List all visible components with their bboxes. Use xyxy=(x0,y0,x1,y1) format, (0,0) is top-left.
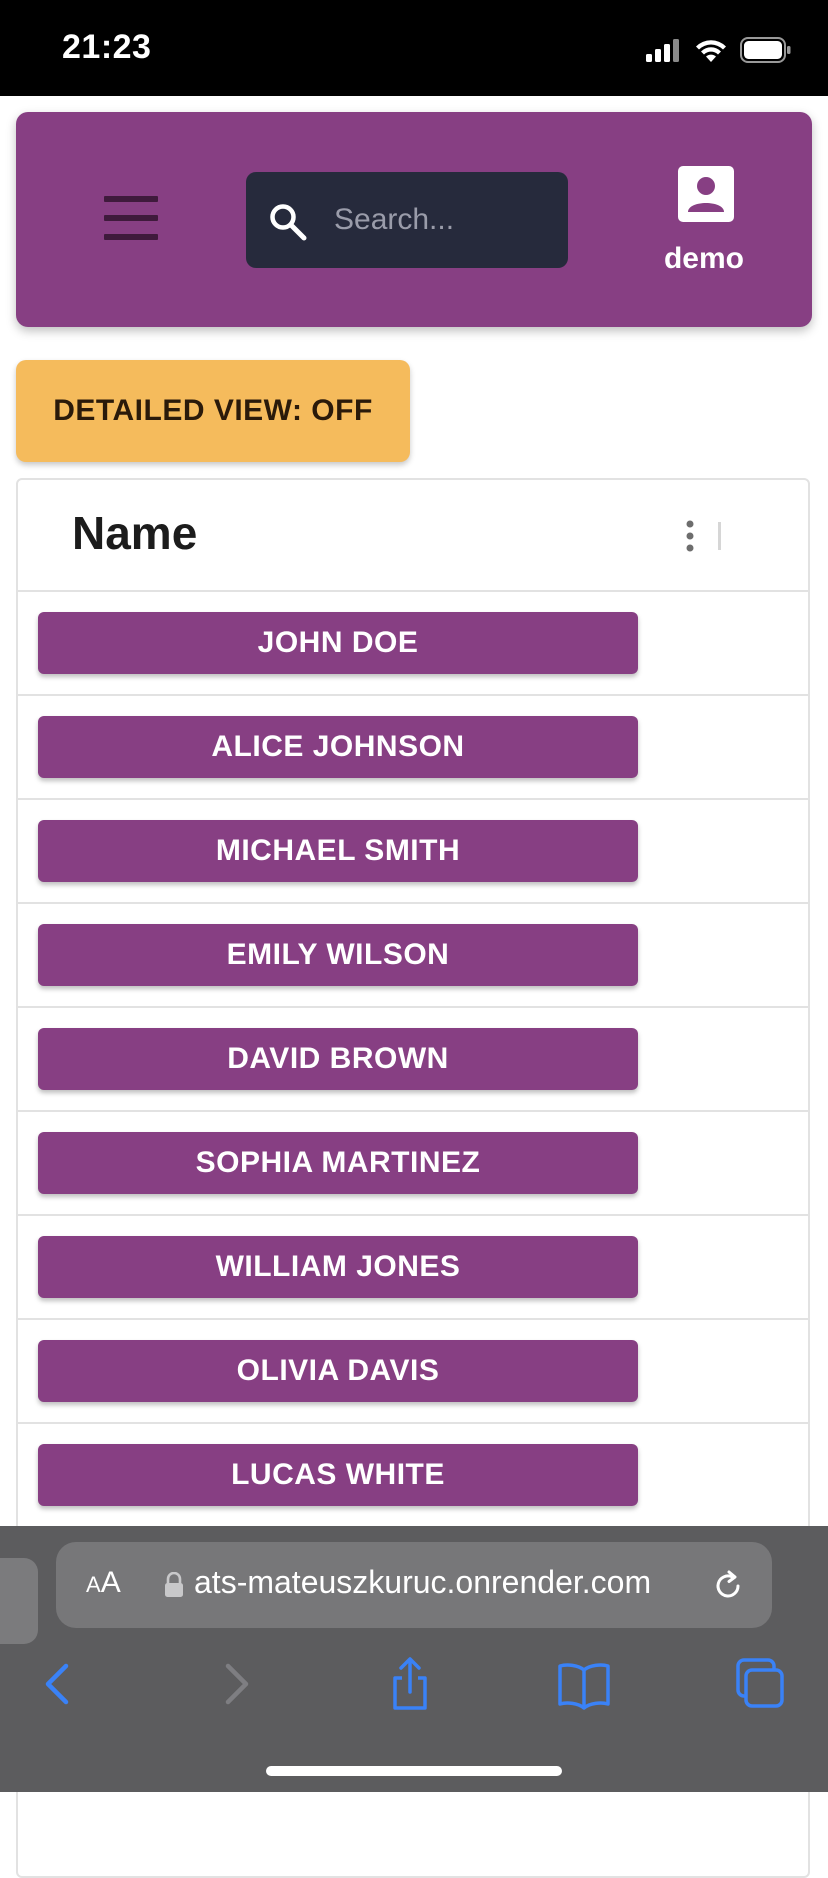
table-row: ALICE JOHNSON xyxy=(18,696,808,800)
candidate-name-button[interactable]: EMILY WILSON xyxy=(38,924,638,986)
detailed-view-toggle-button[interactable]: DETAILED VIEW: OFF xyxy=(16,360,410,462)
candidate-name-button[interactable]: OLIVIA DAVIS xyxy=(38,1340,638,1402)
text-size-label-big: A xyxy=(100,1566,121,1599)
candidate-name-button[interactable]: SOPHIA MARTINEZ xyxy=(38,1132,638,1194)
candidate-name-button[interactable]: WILLIAM JONES xyxy=(38,1236,638,1298)
browser-toolbar: AA ats-mateuszkuruc.onrender.com xyxy=(0,1526,828,1792)
grid-header: Name xyxy=(18,480,808,592)
search-icon xyxy=(270,204,307,241)
table-row: JOHN DOE xyxy=(18,592,808,696)
bookmarks-icon[interactable] xyxy=(554,1654,614,1714)
table-row: LUCAS WHITE xyxy=(18,1424,808,1528)
username-label: demo xyxy=(663,242,744,275)
reload-icon[interactable] xyxy=(710,1568,746,1604)
back-icon[interactable] xyxy=(28,1654,88,1714)
address-bar[interactable]: AA ats-mateuszkuruc.onrender.com xyxy=(56,1542,772,1628)
table-row: SOPHIA MARTINEZ xyxy=(18,1112,808,1216)
battery-icon xyxy=(740,37,791,63)
candidate-name-button[interactable]: MICHAEL SMITH xyxy=(38,820,638,882)
home-indicator[interactable] xyxy=(266,1766,562,1776)
table-row: WILLIAM JONES xyxy=(18,1216,808,1320)
user-menu-button[interactable]: demo xyxy=(628,166,780,276)
account-box-icon xyxy=(678,166,734,222)
status-icons xyxy=(646,36,792,64)
previous-tab-peek[interactable] xyxy=(0,1558,38,1644)
column-resize-handle[interactable] xyxy=(718,522,721,550)
menu-line xyxy=(104,215,158,221)
status-bar: 21:23 xyxy=(0,0,828,96)
text-size-button[interactable]: AA xyxy=(86,1566,130,1606)
table-row: OLIVIA DAVIS xyxy=(18,1320,808,1424)
table-row: DAVID BROWN xyxy=(18,1008,808,1112)
candidate-name-button[interactable]: ALICE JOHNSON xyxy=(38,716,638,778)
forward-icon[interactable] xyxy=(206,1654,266,1714)
column-header-name[interactable]: Name xyxy=(72,506,197,560)
candidate-name-button[interactable]: JOHN DOE xyxy=(38,612,638,674)
candidate-name-button[interactable]: LUCAS WHITE xyxy=(38,1444,638,1506)
tabs-icon[interactable] xyxy=(730,1654,790,1714)
app-bar: demo xyxy=(16,112,812,327)
text-size-label-small: A xyxy=(86,1572,101,1597)
lock-icon xyxy=(165,1572,183,1597)
table-row: MICHAEL SMITH xyxy=(18,800,808,904)
cellular-signal-icon xyxy=(646,39,679,62)
url-text[interactable]: ats-mateuszkuruc.onrender.com xyxy=(194,1564,694,1604)
table-row: EMILY WILSON xyxy=(18,904,808,1008)
search-box[interactable] xyxy=(246,172,568,268)
share-icon[interactable] xyxy=(380,1654,440,1714)
candidate-name-button[interactable]: DAVID BROWN xyxy=(38,1028,638,1090)
vertical-ellipsis-icon[interactable] xyxy=(682,518,698,554)
status-time: 21:23 xyxy=(62,28,152,66)
hamburger-menu-icon[interactable] xyxy=(100,190,162,246)
menu-line xyxy=(104,234,158,240)
wifi-icon xyxy=(696,40,726,62)
menu-line xyxy=(104,196,158,202)
search-input[interactable] xyxy=(334,196,554,244)
